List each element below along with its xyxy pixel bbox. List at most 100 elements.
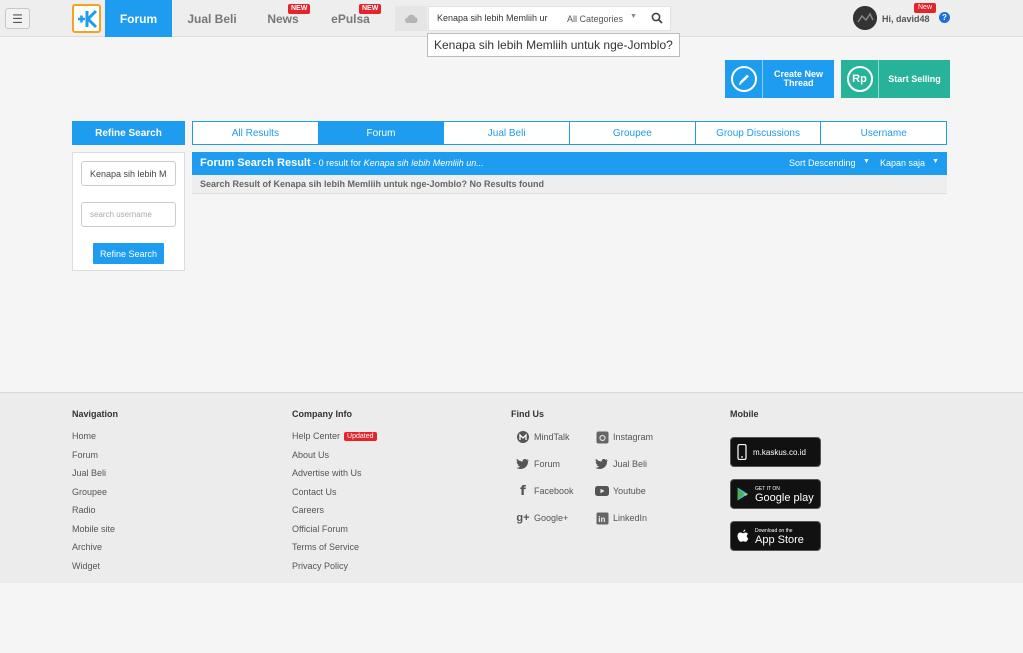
search-button[interactable]: [651, 12, 665, 26]
social-twitter-jual-beli[interactable]: Jual Beli: [595, 457, 647, 471]
instagram-label: Instagram: [613, 432, 654, 442]
social-twitter-forum[interactable]: Forum: [516, 457, 560, 471]
nav-epulsa[interactable]: ePulsa NEW: [323, 0, 382, 37]
nav-news[interactable]: News NEW: [258, 0, 311, 37]
result-count: - 0 result for: [310, 158, 364, 168]
time-filter-select[interactable]: Kapan saja: [880, 158, 925, 168]
footer-link-about-us[interactable]: About Us: [292, 450, 329, 460]
mobile-site-button[interactable]: m.kaskus.co.id: [730, 437, 821, 467]
mindtalk-icon: [516, 430, 530, 444]
sort-order-select[interactable]: Sort Descending: [789, 158, 856, 168]
user-new-badge: New: [914, 3, 937, 13]
instagram-icon: [595, 430, 609, 444]
phone-icon: [737, 444, 747, 460]
footer-link-radio[interactable]: Radio: [72, 505, 96, 515]
footer-link-mobile-site[interactable]: Mobile site: [72, 524, 115, 534]
social-facebook[interactable]: f Facebook: [516, 484, 573, 499]
app-store-big: App Store: [755, 534, 804, 546]
social-linkedin[interactable]: in LinkedIn: [595, 511, 647, 525]
rupiah-icon-wrap: Rp: [841, 60, 879, 98]
youtube-icon: [595, 484, 609, 498]
footer-link-terms[interactable]: Terms of Service: [292, 542, 359, 552]
tab-groupee[interactable]: Groupee: [570, 122, 696, 144]
start-selling-label: Start Selling: [888, 73, 941, 84]
nav-jual-beli-label: Jual Beli: [187, 11, 237, 26]
youtube-label: Youtube: [613, 486, 646, 496]
apple-icon: [737, 529, 749, 542]
tab-jual-beli[interactable]: Jual Beli: [444, 122, 571, 144]
footer-link-groupee[interactable]: Groupee: [72, 487, 107, 497]
result-query: Kenapa sih lebih Memliih un...: [363, 158, 484, 168]
page-bottom-spacer: [0, 583, 1023, 653]
google-play-label: GET IT ON Google play: [755, 485, 814, 504]
hamburger-menu-button[interactable]: ☰: [5, 8, 30, 29]
tab-group-discussions[interactable]: Group Discussions: [696, 122, 822, 144]
tab-all-results[interactable]: All Results: [193, 122, 319, 144]
footer-link-archive[interactable]: Archive: [72, 542, 102, 552]
create-thread-label: Create New Thread: [763, 70, 834, 88]
result-title-text: Forum Search Result: [200, 157, 311, 169]
google-plus-icon: g+: [516, 512, 530, 524]
cloud-icon: [405, 14, 418, 23]
footer-link-privacy[interactable]: Privacy Policy: [292, 561, 348, 571]
chevron-down-icon: ▼: [630, 13, 637, 20]
footer-link-widget[interactable]: Widget: [72, 561, 100, 571]
footer-link-forum[interactable]: Forum: [72, 450, 98, 460]
refine-search-button[interactable]: Refine Search: [93, 243, 164, 264]
category-select[interactable]: All Categories: [567, 14, 623, 24]
kaskus-logo[interactable]: [72, 4, 101, 33]
start-selling-button[interactable]: Rp Start Selling: [841, 60, 950, 98]
linkedin-icon: in: [595, 511, 609, 525]
chevron-down-icon: ▼: [932, 158, 939, 165]
kaskus-logo-icon: [77, 9, 97, 28]
linkedin-label: LinkedIn: [613, 513, 648, 523]
search-input[interactable]: Kenapa sih lebih Memliih ur: [437, 13, 549, 23]
footer-navigation-title: Navigation: [72, 409, 119, 419]
twitter-icon: [516, 457, 530, 471]
new-badge: NEW: [288, 4, 311, 14]
nav-jual-beli[interactable]: Jual Beli: [177, 0, 247, 37]
tab-forum[interactable]: Forum: [318, 122, 445, 144]
pencil-icon-wrap: [725, 60, 763, 98]
refine-query-input[interactable]: Kenapa sih lebih M: [81, 161, 176, 186]
tab-username[interactable]: Username: [821, 122, 946, 144]
social-instagram[interactable]: Instagram: [595, 430, 653, 444]
search-bar: Kenapa sih lebih Memliih ur All Categori…: [428, 6, 671, 31]
create-thread-line2: Thread: [783, 78, 814, 88]
result-tabs: All Results Forum Jual Beli Groupee Grou…: [192, 121, 947, 145]
google-plus-label: Google+: [534, 513, 569, 523]
nav-forum-label: Forum: [119, 11, 158, 26]
app-store-label: Download on the App Store: [755, 527, 804, 546]
google-play-button[interactable]: GET IT ON Google play: [730, 479, 821, 509]
footer-link-advertise[interactable]: Advertise with Us: [292, 468, 362, 478]
top-navbar: ☰ Forum Jual Beli News NEW ePulsa NEW Ke…: [0, 0, 1023, 37]
updated-badge: Updated: [344, 432, 377, 441]
search-tooltip: Kenapa sih lebih Memliih untuk nge-Jombl…: [427, 33, 680, 57]
create-new-thread-button[interactable]: Create New Thread: [725, 60, 834, 98]
footer-link-careers[interactable]: Careers: [292, 505, 324, 515]
google-play-big: Google play: [755, 492, 814, 504]
app-store-button[interactable]: Download on the App Store: [730, 521, 821, 551]
social-google-plus[interactable]: g+ Google+: [516, 511, 568, 525]
footer-link-contact-us[interactable]: Contact Us: [292, 487, 337, 497]
new-badge: NEW: [359, 4, 382, 14]
no-results-message: Search Result of Kenapa sih lebih Memlii…: [192, 175, 947, 194]
chevron-down-icon: ▼: [863, 158, 870, 165]
footer-link-jual-beli[interactable]: Jual Beli: [72, 468, 106, 478]
nav-forum[interactable]: Forum: [105, 0, 172, 37]
weather-button[interactable]: [395, 6, 427, 31]
social-youtube[interactable]: Youtube: [595, 484, 646, 498]
footer-link-home[interactable]: Home: [72, 431, 96, 441]
footer-findus-title: Find Us: [511, 409, 544, 419]
user-greeting[interactable]: Hi, david48: [882, 14, 930, 24]
social-mindtalk[interactable]: MindTalk: [516, 430, 570, 444]
avatar[interactable]: [853, 6, 877, 30]
google-play-icon: [737, 487, 748, 501]
footer-mobile-title: Mobile: [730, 409, 759, 419]
search-username-input[interactable]: search username: [81, 202, 176, 227]
footer: Navigation Home Forum Jual Beli Groupee …: [0, 392, 1023, 583]
footer-link-official-forum[interactable]: Official Forum: [292, 524, 348, 534]
footer-link-help-center[interactable]: Help Center Updated: [292, 431, 377, 441]
result-header: Forum Search Result - 0 result for Kenap…: [192, 152, 947, 175]
help-icon[interactable]: ?: [939, 12, 950, 23]
